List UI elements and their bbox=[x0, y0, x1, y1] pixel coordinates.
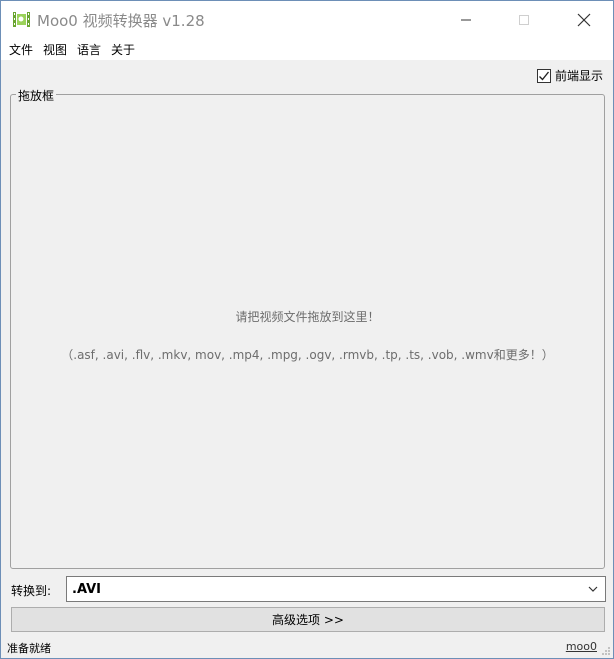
advanced-options-button[interactable]: 高级选项 >> bbox=[11, 607, 605, 632]
convert-to-label: 转换到: bbox=[11, 584, 52, 598]
maximize-button bbox=[501, 1, 547, 38]
drop-hint-text: 请把视频文件拖放到这里！ bbox=[235, 310, 380, 324]
window-title: Moo0 视频转换器 v1.28 bbox=[37, 12, 205, 30]
status-text: 准备就绪 bbox=[7, 642, 51, 655]
always-on-top-checkbox[interactable] bbox=[536, 68, 551, 83]
output-format-select[interactable]: .AVI bbox=[66, 576, 606, 602]
close-icon bbox=[577, 13, 591, 26]
menu-about[interactable]: 关于 bbox=[107, 41, 139, 58]
resize-grip-icon[interactable] bbox=[601, 646, 611, 656]
app-window: Moo0 视频转换器 v1.28 文件 视图 语言 关于 前端显示 拖放框 请把… bbox=[0, 0, 614, 659]
minimize-icon bbox=[461, 19, 471, 20]
minimize-button[interactable] bbox=[443, 1, 489, 38]
menu-bar: 文件 视图 语言 关于 bbox=[1, 38, 613, 61]
menu-file[interactable]: 文件 bbox=[5, 41, 37, 58]
chevron-down-icon bbox=[588, 586, 598, 592]
always-on-top-toggle[interactable]: 前端显示 bbox=[536, 67, 603, 84]
always-on-top-label: 前端显示 bbox=[554, 69, 603, 83]
checkmark-icon bbox=[538, 71, 550, 81]
app-logo-icon bbox=[12, 10, 31, 29]
moo0-link[interactable]: moo0 bbox=[566, 640, 597, 653]
menu-language[interactable]: 语言 bbox=[73, 41, 105, 58]
output-format-value: .AVI bbox=[72, 581, 102, 597]
drop-zone-title: 拖放框 bbox=[16, 87, 57, 104]
close-button[interactable] bbox=[561, 1, 607, 38]
drop-zone[interactable] bbox=[10, 94, 605, 569]
supported-formats-text: （.asf, .avi, .flv, .mkv, mov, .mp4, .mpg… bbox=[61, 348, 554, 362]
title-bar[interactable]: Moo0 视频转换器 v1.28 bbox=[1, 1, 613, 38]
menu-view[interactable]: 视图 bbox=[39, 41, 71, 58]
maximize-icon bbox=[519, 14, 529, 25]
